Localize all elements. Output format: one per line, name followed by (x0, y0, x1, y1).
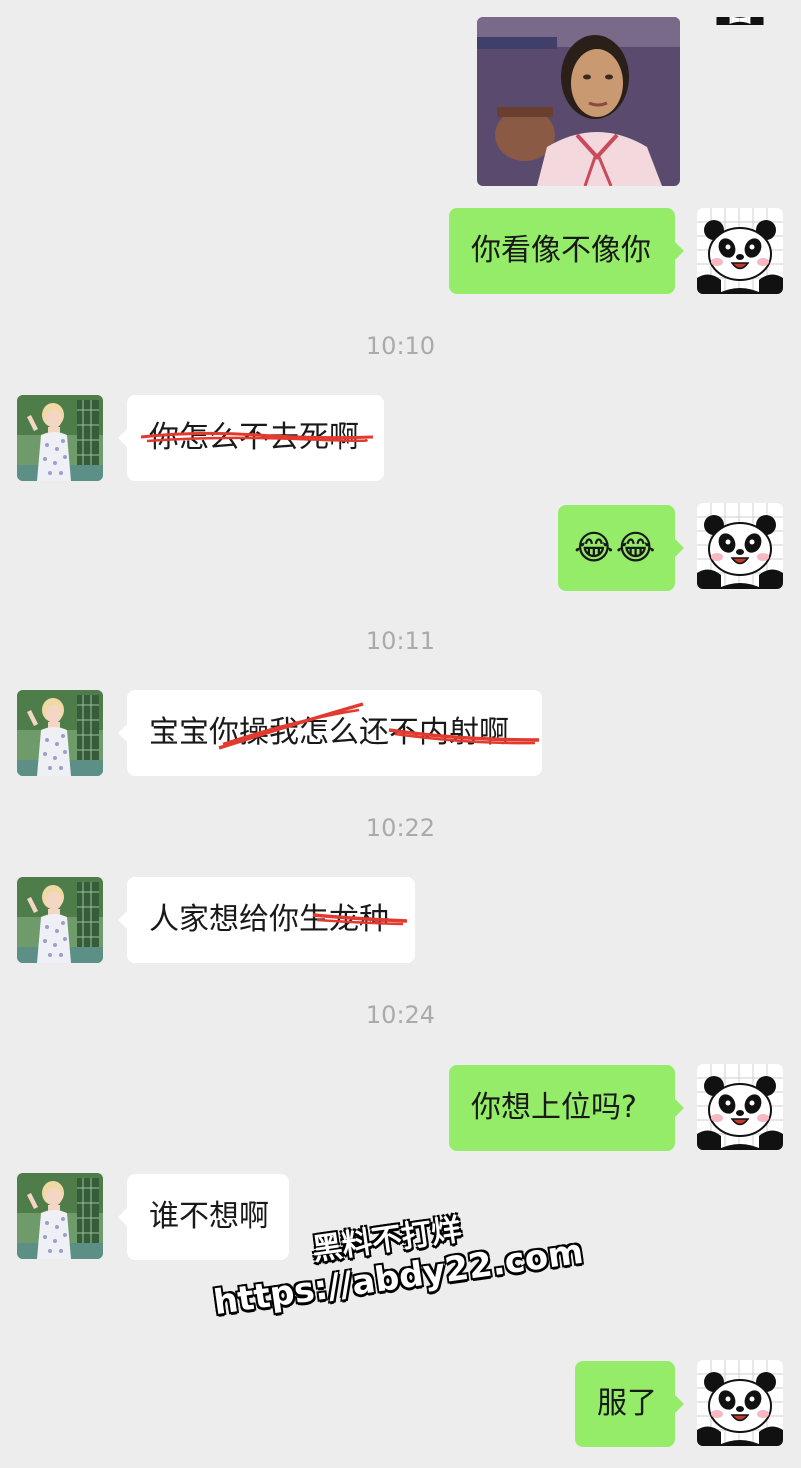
timestamp: 10:24 (365, 1001, 436, 1029)
girl-photo-avatar (17, 1173, 103, 1259)
message-bubble-other[interactable]: 你怎么不去死啊 (118, 395, 384, 481)
timestamp: 10:11 (365, 627, 436, 655)
girl-photo-avatar (17, 877, 103, 963)
message-text: 你看像不像你 (471, 233, 651, 268)
self-avatar[interactable] (697, 503, 783, 589)
message-text: 人家想给你生龙种 (149, 902, 389, 937)
self-avatar[interactable] (697, 17, 783, 64)
timestamp: 10:22 (365, 814, 436, 842)
girl-photo-avatar (17, 395, 103, 481)
message-bubble-other[interactable]: 宝宝你操我怎么还不内射啊 (118, 690, 542, 776)
panda-avatar-icon (697, 503, 783, 589)
timestamp: 10:10 (365, 332, 436, 360)
panda-avatar-icon (697, 208, 783, 294)
contact-avatar[interactable] (17, 395, 103, 481)
self-avatar[interactable] (697, 1064, 783, 1150)
message-bubble-self[interactable]: 服了 (575, 1361, 684, 1447)
message-text: 你想上位吗? (471, 1090, 637, 1125)
self-avatar[interactable] (697, 1360, 783, 1446)
message-bubble-other[interactable]: 人家想给你生龙种 (118, 877, 415, 963)
contact-avatar[interactable] (17, 1173, 103, 1259)
chat-area[interactable]: 你看像不像你 10:10 你怎么不去死啊 😂😂 10:11 宝宝你操我怎么还不内… (0, 0, 801, 1468)
panda-avatar-icon (697, 1360, 783, 1446)
contact-avatar[interactable] (17, 877, 103, 963)
girl-photo-avatar (17, 690, 103, 776)
message-text: 服了 (597, 1386, 657, 1421)
tears-of-joy-emoji: 😂😂 (574, 528, 658, 568)
self-avatar[interactable] (697, 208, 783, 294)
message-bubble-self[interactable]: 😂😂 (558, 505, 684, 591)
woman-portrait-image (477, 17, 680, 186)
message-bubble-self[interactable]: 你想上位吗? (449, 1065, 684, 1151)
message-bubble-self[interactable]: 你看像不像你 (449, 208, 684, 294)
panda-avatar-icon (697, 1064, 783, 1150)
message-text: 你怎么不去死啊 (149, 420, 359, 455)
message-text: 宝宝你操我怎么还不内射啊 (149, 715, 509, 750)
image-message[interactable] (477, 17, 680, 186)
panda-avatar-icon (697, 17, 783, 64)
contact-avatar[interactable] (17, 690, 103, 776)
